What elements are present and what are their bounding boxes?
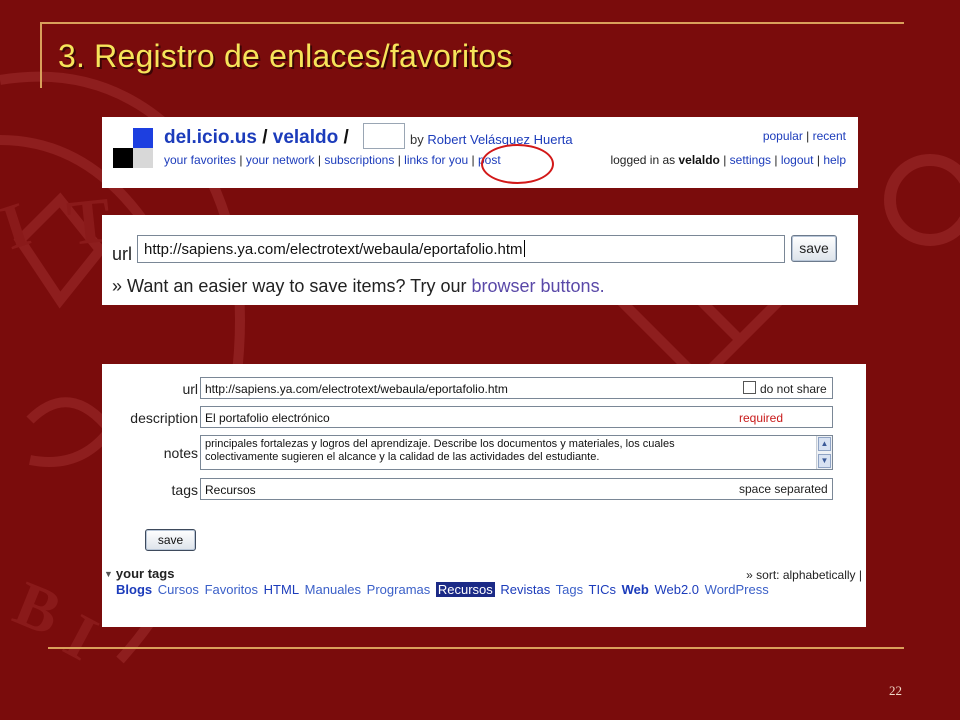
logged-in-user: velaldo: [678, 153, 720, 167]
scroll-down-icon[interactable]: ▼: [818, 454, 831, 468]
svg-text:I: I: [0, 188, 38, 263]
tags-hint: space separated: [739, 482, 828, 496]
url-field-label: url: [182, 381, 198, 397]
nav-your-favorites[interactable]: your favorites: [164, 153, 236, 167]
collapse-triangle-icon[interactable]: ▼: [104, 569, 113, 579]
tag-filter-input[interactable]: [363, 123, 405, 149]
post-form-panel: url http://sapiens.ya.com/electrotext/we…: [102, 364, 866, 627]
tag-html[interactable]: HTML: [264, 582, 299, 597]
tag-web[interactable]: Web: [622, 582, 649, 597]
slide-title: 3. Registro de enlaces/favoritos: [58, 38, 513, 74]
scroll-up-icon[interactable]: ▲: [818, 437, 831, 451]
top-rule: [40, 22, 904, 24]
notes-label: notes: [163, 445, 198, 461]
url-entry-panel: url http://sapiens.ya.com/electrotext/we…: [102, 215, 858, 305]
tag-blogs[interactable]: Blogs: [116, 582, 152, 597]
tag-web20[interactable]: Web2.0: [654, 582, 699, 597]
tags-label: tags: [171, 482, 198, 498]
site-breadcrumb: del.icio.us / velaldo /: [164, 127, 349, 148]
tag-programas[interactable]: Programas: [367, 582, 431, 597]
owner-line: by Robert Velásquez Huerta: [410, 132, 573, 147]
tag-recursos-selected[interactable]: Recursos: [435, 582, 495, 597]
browser-buttons-hint: » Want an easier way to save items? Try …: [112, 276, 605, 296]
notes-line: colectivamente sugieren el alcance y la …: [205, 451, 600, 463]
description-label: description: [130, 410, 198, 426]
tag-revistas[interactable]: Revistas: [500, 582, 550, 597]
tag-favoritos[interactable]: Favoritos: [205, 582, 258, 597]
nav-subscriptions[interactable]: subscriptions: [324, 153, 394, 167]
nav-links-for-you[interactable]: links for you: [404, 153, 468, 167]
owner-name-link[interactable]: Robert Velásquez Huerta: [427, 132, 572, 147]
bottom-rule: [48, 647, 904, 649]
settings-link[interactable]: settings: [730, 153, 771, 167]
do-not-share-checkbox[interactable]: [743, 381, 756, 394]
notes-scrollbar[interactable]: ▲ ▼: [816, 436, 832, 469]
url-field[interactable]: http://sapiens.ya.com/electrotext/webaul…: [200, 377, 833, 399]
page-number: 22: [889, 683, 902, 698]
tag-cloud: Blogs Cursos Favoritos HTML Manuales Pro…: [116, 582, 771, 597]
post-highlight-circle: [481, 144, 554, 184]
logout-link[interactable]: logout: [781, 153, 814, 167]
main-nav: your favorites | your network | subscrip…: [164, 153, 501, 167]
browser-buttons-link[interactable]: browser buttons.: [472, 276, 605, 296]
tag-cursos[interactable]: Cursos: [158, 582, 199, 597]
notes-textarea[interactable]: principales fortalezas y logros del apre…: [200, 435, 833, 470]
url-input[interactable]: http://sapiens.ya.com/electrotext/webaul…: [137, 235, 785, 263]
your-tags-header[interactable]: ▼ your tags: [104, 566, 174, 581]
help-link[interactable]: help: [823, 153, 846, 167]
tag-manuales[interactable]: Manuales: [305, 582, 361, 597]
tag-tics[interactable]: TICs: [589, 582, 616, 597]
save-button[interactable]: save: [791, 235, 837, 262]
tag-wordpress[interactable]: WordPress: [705, 582, 769, 597]
svg-text:I: I: [53, 600, 108, 674]
do-not-share-label: do not share: [760, 382, 827, 396]
required-label: required: [739, 411, 784, 425]
text-cursor: [523, 240, 525, 257]
form-save-button[interactable]: save: [145, 529, 196, 551]
delicious-header-panel: del.icio.us / velaldo / by Robert Velásq…: [102, 117, 858, 188]
delicious-logo-icon: [113, 128, 153, 168]
top-links: popular | recent: [762, 129, 846, 143]
title-vertical-rule: [40, 22, 42, 88]
nav-your-network[interactable]: your network: [246, 153, 315, 167]
sort-control[interactable]: » sort: alphabetically |: [746, 568, 862, 582]
svg-text:B: B: [5, 567, 71, 649]
username-link[interactable]: velaldo: [273, 127, 338, 148]
tag-tags[interactable]: Tags: [556, 582, 583, 597]
site-name-link[interactable]: del.icio.us: [164, 127, 257, 148]
url-label: url: [112, 244, 133, 264]
account-links: logged in as velaldo | settings | logout…: [610, 153, 846, 167]
popular-link[interactable]: popular: [763, 129, 803, 143]
recent-link[interactable]: recent: [813, 129, 846, 143]
notes-line: principales fortalezas y logros del apre…: [205, 438, 675, 450]
